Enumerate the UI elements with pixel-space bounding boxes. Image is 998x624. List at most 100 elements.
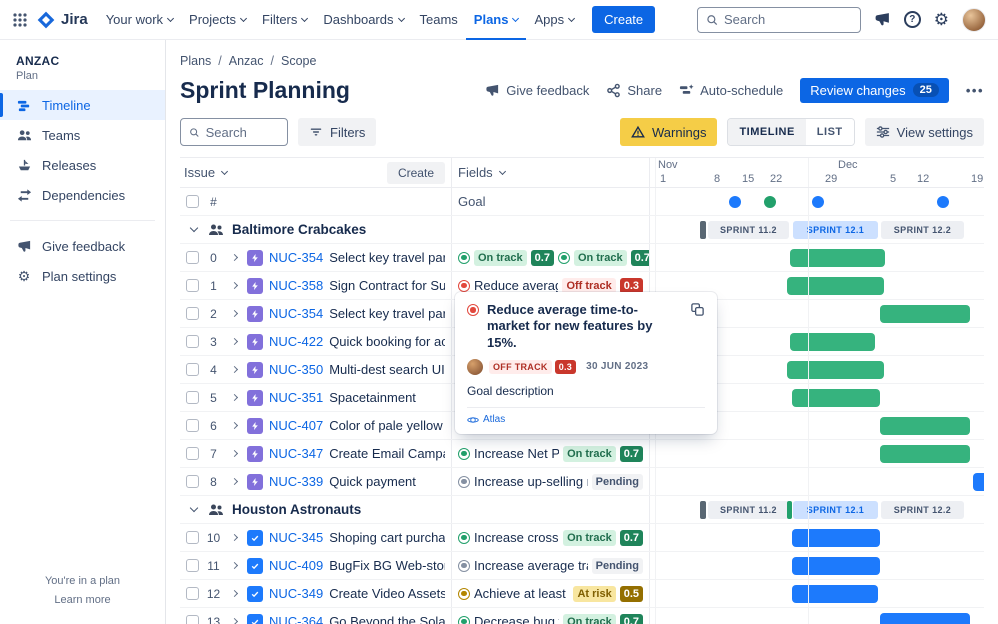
issue-search[interactable] — [180, 118, 288, 146]
issue-summary[interactable]: Quick booking for accomodati... — [329, 334, 445, 349]
row-checkbox[interactable] — [186, 447, 199, 460]
expand-chevron-icon[interactable] — [231, 282, 238, 289]
timeline-bar[interactable] — [880, 417, 970, 435]
expand-chevron-icon[interactable] — [231, 562, 238, 569]
expand-chevron-icon[interactable] — [231, 618, 238, 624]
nav-teams[interactable]: Teams — [412, 0, 466, 40]
more-actions-button[interactable]: ••• — [966, 83, 984, 98]
expand-chevron-icon[interactable] — [231, 590, 238, 597]
timeline-bar[interactable] — [973, 473, 984, 491]
issue-summary[interactable]: Shoping cart purchasing issue... — [329, 530, 445, 545]
give-feedback-button[interactable]: Give feedback — [485, 83, 589, 98]
milestone-icon[interactable] — [729, 196, 741, 208]
issue-summary[interactable]: Create Video Assets for Saturn... — [329, 586, 445, 601]
sprint-chip-selected[interactable]: SPRINT 12.1 — [793, 501, 878, 519]
goal-status-badge[interactable]: Pending — [592, 474, 643, 490]
goal-score-badge[interactable]: 0.7 — [631, 250, 650, 266]
timeline-bar[interactable] — [880, 445, 970, 463]
issue-key-link[interactable]: NUC-409 — [269, 558, 323, 573]
breadcrumb-scope[interactable]: Scope — [281, 54, 316, 68]
goal-status-badge[interactable]: On track — [574, 250, 627, 266]
issue-key-link[interactable]: NUC-354 — [269, 250, 323, 265]
goal-score-badge[interactable]: 0.7 — [620, 614, 643, 624]
row-checkbox[interactable] — [186, 559, 199, 572]
atlas-source-link[interactable]: Atlas — [467, 414, 705, 426]
row-checkbox[interactable] — [186, 531, 199, 544]
issue-summary[interactable]: Select key travel partners for t... — [329, 306, 445, 321]
issue-summary[interactable]: Select key travel partners for t... — [329, 250, 445, 265]
issue-key-link[interactable]: NUC-350 — [269, 362, 323, 377]
auto-schedule-button[interactable]: Auto-schedule — [679, 83, 783, 98]
nav-projects[interactable]: Projects — [181, 0, 254, 40]
sprint-chip[interactable]: SPRINT 11.2 — [708, 221, 789, 239]
timeline-bar[interactable] — [880, 305, 970, 323]
issue-row[interactable]: 12 NUC-349 Create Video Assets for Satur… — [180, 580, 984, 608]
row-checkbox[interactable] — [186, 419, 199, 432]
goal-title[interactable]: Increase Net Prom... — [474, 446, 559, 461]
issue-search-input[interactable] — [206, 125, 279, 140]
goal-status-badge[interactable]: Pending — [592, 558, 643, 574]
sprint-chip[interactable]: SPRINT 12.2 — [881, 501, 964, 519]
timeline-bar[interactable] — [790, 249, 885, 267]
announcement-icon[interactable] — [874, 11, 891, 28]
filters-button[interactable]: Filters — [298, 118, 376, 146]
expand-chevron-icon[interactable] — [231, 478, 238, 485]
global-search-input[interactable] — [724, 12, 852, 27]
issue-key-link[interactable]: NUC-364 — [269, 614, 323, 624]
sidebar-item-teams[interactable]: Teams — [0, 120, 165, 150]
goal-status-badge[interactable]: On track — [474, 250, 527, 266]
learn-more-link[interactable]: Learn more — [54, 594, 110, 606]
row-checkbox[interactable] — [186, 279, 199, 292]
global-search[interactable] — [697, 7, 861, 33]
goal-status-badge[interactable]: On track — [563, 614, 616, 624]
timeline-bar[interactable] — [792, 557, 880, 575]
copy-icon[interactable] — [690, 302, 705, 322]
issue-summary[interactable]: Go Beyond the Solar System — [329, 614, 445, 624]
timeline-bar[interactable] — [792, 529, 880, 547]
goal-title[interactable]: Increase average trans... — [474, 558, 588, 573]
collapse-chevron-icon[interactable] — [190, 224, 198, 232]
issue-summary[interactable]: Spacetainment — [329, 390, 445, 405]
goal-score-badge[interactable]: 0.5 — [620, 586, 643, 602]
group-row-houston-astronauts[interactable]: Houston Astronauts SPRINT 11.2 SPRINT 12… — [180, 496, 984, 524]
warnings-button[interactable]: Warnings — [620, 118, 717, 146]
timeline-bar[interactable] — [792, 585, 878, 603]
goal-title[interactable]: Increase cross-sel... — [474, 530, 559, 545]
nav-filters[interactable]: Filters — [254, 0, 315, 40]
sprint-chip[interactable]: SPRINT 12.2 — [881, 221, 964, 239]
expand-chevron-icon[interactable] — [231, 338, 238, 345]
milestone-icon[interactable] — [764, 196, 776, 208]
group-row-baltimore-crabcakes[interactable]: Baltimore Crabcakes SPRINT 11.2 SPRINT 1… — [180, 216, 984, 244]
issue-column-header[interactable]: Issue — [184, 165, 227, 180]
goal-title[interactable]: Increase up-selling rate... — [474, 474, 588, 489]
issue-summary[interactable]: Color of pale yellow on our pa... — [329, 418, 445, 433]
expand-chevron-icon[interactable] — [231, 450, 238, 457]
timeline-bar[interactable] — [787, 361, 884, 379]
nav-apps[interactable]: Apps — [526, 0, 582, 40]
issue-row[interactable]: 7 NUC-347 Create Email Campaign for Sa..… — [180, 440, 984, 468]
milestone-icon[interactable] — [812, 196, 824, 208]
issue-row[interactable]: 10 NUC-345 Shoping cart purchasing issue… — [180, 524, 984, 552]
issue-key-link[interactable]: NUC-407 — [269, 418, 323, 433]
nav-plans[interactable]: Plans — [466, 0, 527, 40]
row-checkbox[interactable] — [186, 335, 199, 348]
issue-row[interactable]: 11 NUC-409 BugFix BG Web-store app cra..… — [180, 552, 984, 580]
issue-key-link[interactable]: NUC-351 — [269, 390, 323, 405]
row-checkbox[interactable] — [186, 391, 199, 404]
issue-key-link[interactable]: NUC-345 — [269, 530, 323, 545]
select-all-checkbox[interactable] — [186, 195, 199, 208]
help-icon[interactable]: ? — [904, 11, 921, 28]
row-checkbox[interactable] — [186, 307, 199, 320]
issue-row[interactable]: 8 NUC-339 Quick payment Increase up-sell… — [180, 468, 984, 496]
tab-list[interactable]: LIST — [806, 119, 854, 145]
sidebar-item-plan-settings[interactable]: ⚙ Plan settings — [0, 261, 165, 291]
goal-status-badge[interactable]: On track — [563, 530, 616, 546]
review-changes-button[interactable]: Review changes 25 — [800, 78, 949, 103]
expand-chevron-icon[interactable] — [231, 254, 238, 261]
issue-key-link[interactable]: NUC-422 — [269, 334, 323, 349]
milestone-icon[interactable] — [937, 196, 949, 208]
issue-key-link[interactable]: NUC-339 — [269, 474, 323, 489]
sidebar-item-give-feedback[interactable]: Give feedback — [0, 231, 165, 261]
sprint-chip[interactable]: SPRINT 11.2 — [708, 501, 789, 519]
issue-key-link[interactable]: NUC-347 — [269, 446, 323, 461]
